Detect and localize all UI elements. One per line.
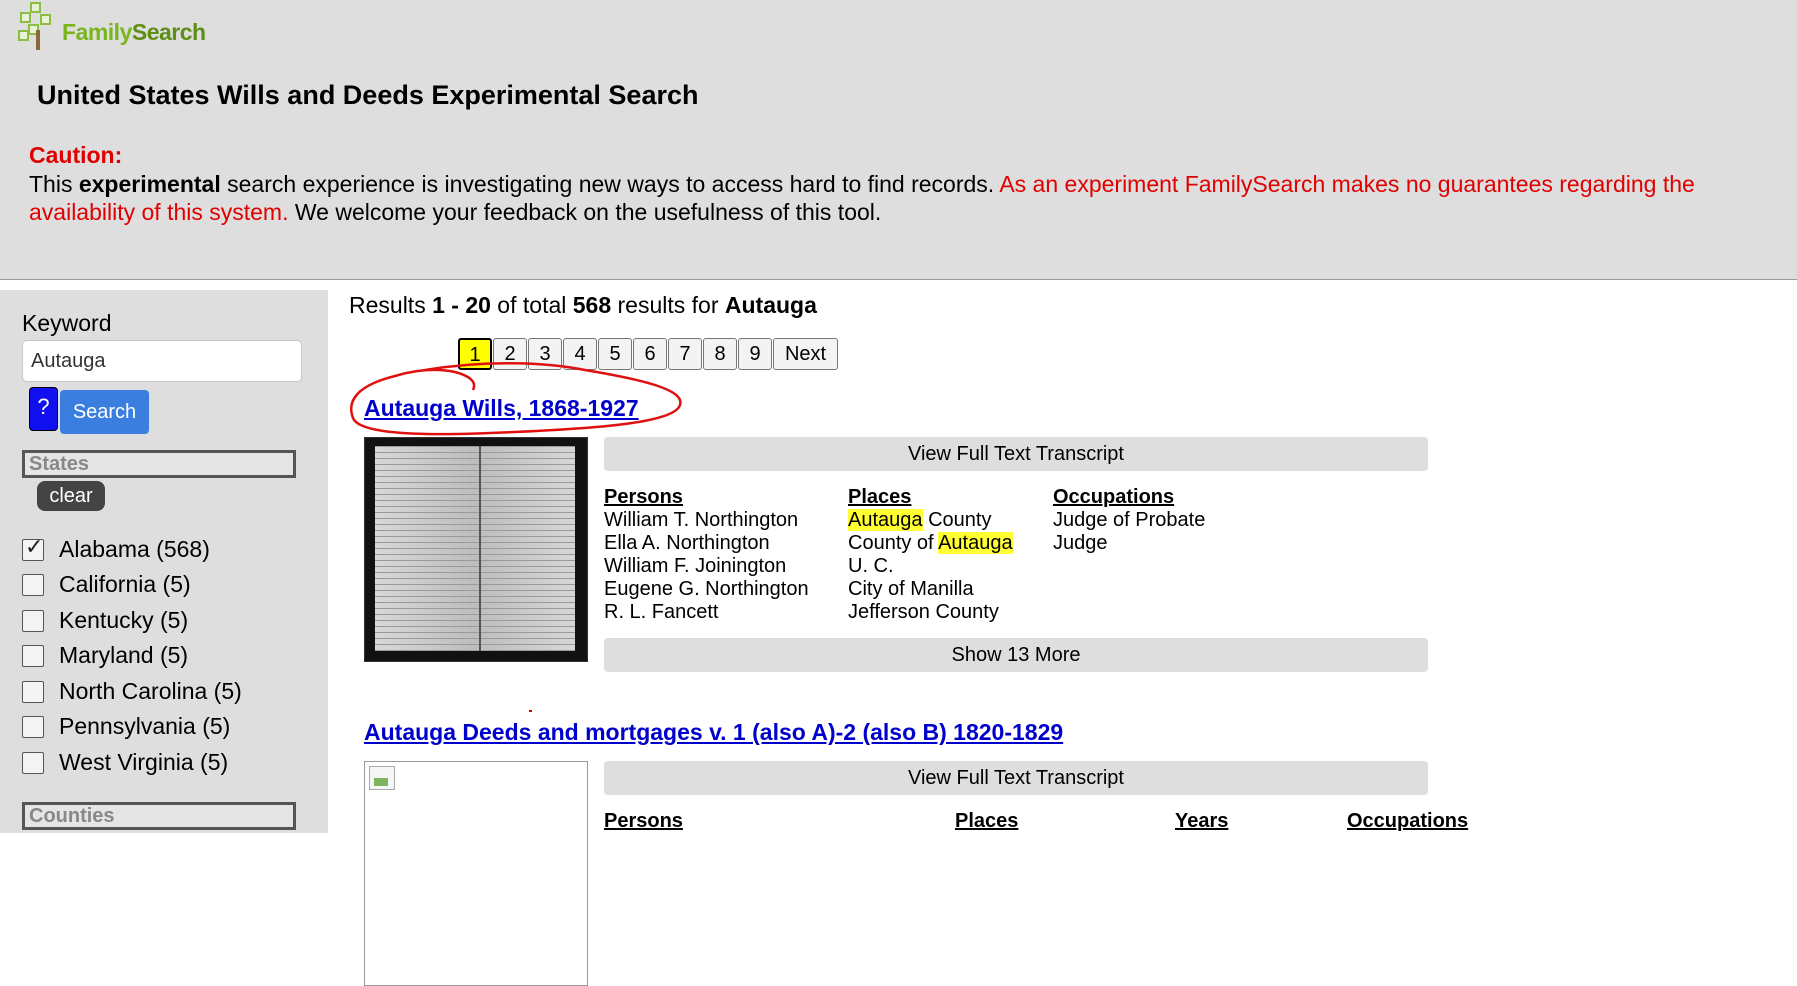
place-item: Jefferson County (848, 601, 999, 623)
keyword-input[interactable] (22, 340, 302, 382)
checkbox[interactable] (22, 609, 44, 632)
tree-logo-icon (16, 0, 56, 52)
checkmark-icon: ✓ (25, 533, 44, 559)
caution-label: Caution: (29, 142, 123, 168)
counties-facet-header[interactable]: Counties (22, 802, 296, 830)
show-more-button[interactable]: Show 13 More (604, 638, 1428, 672)
places-header: Places (955, 810, 1019, 832)
occupations-header: Occupations (1053, 486, 1175, 508)
state-filter-alabama[interactable]: ✓ Alabama (568) (22, 534, 210, 563)
state-label: West Virginia (5) (59, 749, 229, 775)
person-item: R. L. Fancett (604, 601, 719, 623)
red-circle-annotation (350, 361, 682, 436)
person-item: Ella A. Northington (604, 532, 770, 554)
checkbox[interactable] (22, 573, 44, 596)
state-filter-kentucky[interactable]: Kentucky (5) (22, 607, 188, 634)
place-item: County of Autauga (848, 532, 1013, 554)
keyword-label: Keyword (22, 310, 112, 336)
persons-list: William T. Northington Ella A. Northingt… (604, 509, 809, 624)
checkbox[interactable] (22, 751, 44, 774)
next-page-button[interactable]: Next (773, 338, 838, 370)
person-item: Eugene G. Northington (604, 578, 809, 600)
state-label: Pennsylvania (5) (59, 713, 231, 739)
state-label: North Carolina (5) (59, 678, 242, 704)
caution-message: This experimental search experience is i… (29, 171, 1695, 225)
state-filter-pennsylvania[interactable]: Pennsylvania (5) (22, 713, 230, 740)
filter-sidebar: Keyword ? Search States clear ✓ Alabama … (0, 290, 328, 833)
place-item: U. C. (848, 555, 894, 577)
state-filter-maryland[interactable]: Maryland (5) (22, 642, 188, 669)
record-thumbnail[interactable] (364, 437, 588, 662)
state-label: Kentucky (5) (59, 607, 189, 633)
logo-wordmark: FamilySearch (62, 19, 206, 45)
results-summary: Results 1 - 20 of total 568 results for … (349, 292, 817, 318)
view-transcript-button[interactable]: View Full Text Transcript (604, 761, 1428, 795)
place-item: Autauga County (848, 509, 992, 531)
state-filter-north-carolina[interactable]: North Carolina (5) (22, 678, 242, 705)
occupations-list: Judge of Probate Judge (1053, 509, 1205, 555)
place-item: City of Manilla (848, 578, 974, 600)
person-item: William F. Joinington (604, 555, 787, 577)
years-header: Years (1175, 810, 1229, 832)
checkbox[interactable]: ✓ (22, 534, 44, 561)
places-list: Autauga County County of Autauga U. C. C… (848, 509, 1013, 624)
occupation-item: Judge (1053, 532, 1108, 554)
page-9-button[interactable]: 9 (738, 338, 772, 370)
places-header: Places (848, 486, 912, 508)
help-button[interactable]: ? (29, 387, 58, 431)
state-label: Alabama (568) (59, 536, 210, 562)
clear-button[interactable]: clear (37, 481, 105, 511)
occupations-header: Occupations (1347, 810, 1469, 832)
checkbox[interactable] (22, 644, 44, 667)
persons-header: Persons (604, 810, 683, 832)
search-button[interactable]: Search (60, 390, 149, 434)
state-label: Maryland (5) (59, 642, 189, 668)
header-banner: FamilySearch United States Wills and Dee… (0, 0, 1797, 280)
person-item: William T. Northington (604, 509, 799, 531)
states-facet-header[interactable]: States (22, 450, 296, 478)
state-filter-california[interactable]: California (5) (22, 571, 191, 598)
persons-header: Persons (604, 486, 683, 508)
stray-annotation-mark (529, 710, 532, 712)
occupation-item: Judge of Probate (1053, 509, 1206, 531)
view-transcript-button[interactable]: View Full Text Transcript (604, 437, 1428, 471)
result-title-link[interactable]: Autauga Deeds and mortgages v. 1 (also A… (364, 719, 1063, 746)
familysearch-logo[interactable]: FamilySearch (16, 0, 206, 52)
record-thumbnail[interactable] (364, 761, 588, 986)
broken-image-icon (369, 766, 395, 790)
state-label: California (5) (59, 571, 191, 597)
checkbox[interactable] (22, 715, 44, 738)
checkbox[interactable] (22, 680, 44, 703)
state-filter-west-virginia[interactable]: West Virginia (5) (22, 749, 228, 776)
page-8-button[interactable]: 8 (703, 338, 737, 370)
page-title: United States Wills and Deeds Experiment… (37, 80, 699, 110)
